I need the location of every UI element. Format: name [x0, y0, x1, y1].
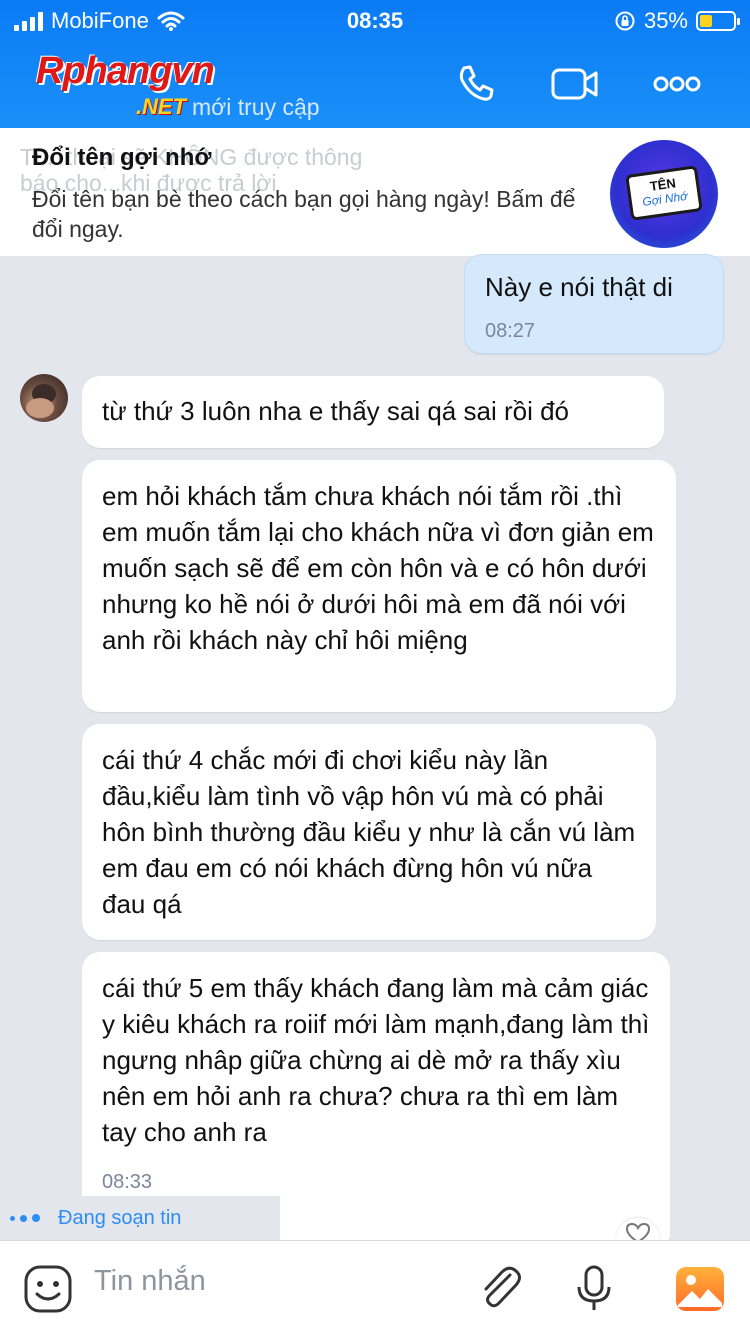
message-time: 08:33	[102, 1171, 153, 1193]
message-bubble[interactable]: em hỏi khách tắm chưa khách nói tắm rồi …	[82, 460, 676, 712]
battery-icon	[696, 11, 740, 31]
banner-text: Đổi tên bạn bè theo cách bạn gọi hàng ng…	[32, 186, 576, 242]
status-bar: MobiFone 08:35 35%	[0, 0, 750, 42]
sticker-icon[interactable]	[22, 1263, 74, 1315]
phone-icon[interactable]	[452, 62, 502, 106]
rename-card: TÊN Gợi Nhớ	[625, 165, 703, 221]
typing-indicator: Đang soạn tin	[0, 1196, 280, 1240]
banner-title: Đổi tên gợi nhớ	[32, 144, 212, 171]
rename-badge-image[interactable]: TÊN Gợi Nhớ	[610, 140, 718, 248]
message-input[interactable]: Tin nhắn	[94, 1265, 206, 1298]
message-bubble[interactable]: cái thứ 4 chắc mới đi chơi kiểu này lần …	[82, 724, 656, 940]
mic-icon[interactable]	[568, 1263, 620, 1315]
typing-dots-icon	[10, 1214, 40, 1222]
top-bar: MobiFone 08:35 35% Rphangvn .NET mới tru…	[0, 0, 750, 128]
photo-icon[interactable]	[674, 1263, 726, 1315]
message-text: cái thứ 4 chắc mới đi chơi kiểu này lần …	[102, 745, 636, 919]
status-right: 35%	[614, 8, 740, 34]
chat-header: Rphangvn .NET mới truy cập	[0, 42, 750, 128]
message-bubble[interactable]: từ thứ 3 luôn nha e thấy sai qá sai rồi …	[82, 376, 664, 448]
message-text: từ thứ 3 luôn nha e thấy sai qá sai rồi …	[102, 396, 569, 426]
contact-status: mới truy cập	[192, 94, 320, 120]
attach-icon[interactable]	[474, 1263, 526, 1315]
avatar[interactable]	[20, 374, 68, 422]
video-call-icon[interactable]	[550, 62, 600, 106]
rotation-lock-icon	[615, 11, 635, 31]
logo-main: Rphangvn	[36, 50, 215, 92]
logo-sub: .NET	[136, 94, 187, 119]
message-bubble-mine[interactable]: Này e nói thật di 08:27	[464, 254, 724, 354]
site-logo: Rphangvn .NET	[36, 50, 215, 119]
message-time: 08:27	[485, 320, 536, 342]
message-text: em hỏi khách tắm chưa khách nói tắm rồi …	[102, 481, 654, 655]
message-text: Này e nói thật di	[485, 272, 673, 302]
message-input-bar: Tin nhắn	[0, 1240, 750, 1334]
typing-label: Đang soạn tin	[58, 1206, 182, 1229]
more-icon[interactable]	[652, 62, 702, 106]
battery-percent: 35%	[643, 8, 688, 33]
message-text: cái thứ 5 em thấy khách đang làm mà cảm …	[102, 973, 650, 1147]
